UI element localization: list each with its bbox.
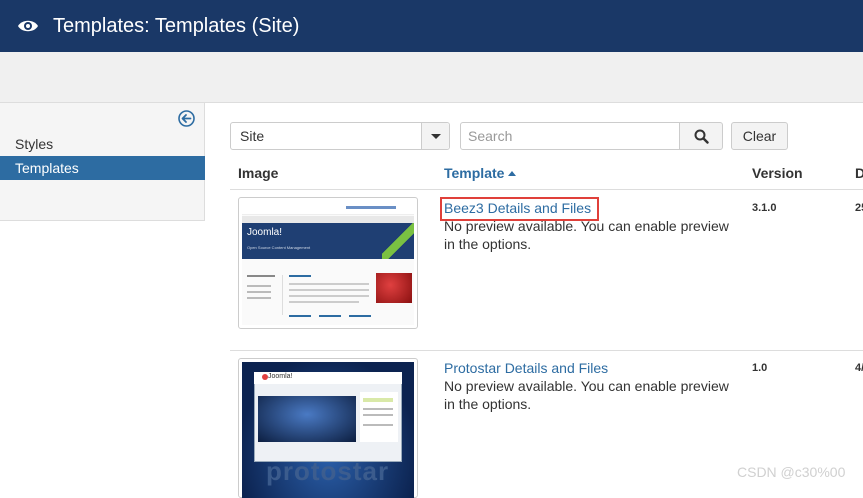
thumbnail-brand: Joomla! bbox=[247, 227, 283, 238]
page-title: Templates: Templates (Site) bbox=[53, 14, 300, 37]
toolbar bbox=[0, 52, 863, 103]
template-description: No preview available. You can enable pre… bbox=[444, 218, 729, 252]
eye-icon bbox=[18, 20, 38, 32]
search-button[interactable] bbox=[679, 122, 723, 150]
template-thumbnail-protostar[interactable]: Joomla! protostar bbox=[238, 358, 418, 498]
sort-ascending-icon bbox=[508, 171, 517, 176]
column-header-version: Version bbox=[752, 165, 803, 181]
app-header: Templates: Templates (Site) bbox=[0, 0, 863, 52]
template-link-beez3[interactable]: Beez3 Details and Files bbox=[444, 200, 591, 216]
chevron-down-icon[interactable] bbox=[421, 123, 449, 149]
template-version: 3.1.0 bbox=[752, 202, 777, 214]
template-description: No preview available. You can enable pre… bbox=[444, 378, 729, 412]
search-input[interactable] bbox=[460, 122, 680, 150]
watermark: CSDN @c30%00 bbox=[737, 464, 846, 480]
client-select[interactable]: Site bbox=[230, 122, 450, 150]
thumbnail-brand: Joomla! bbox=[268, 373, 293, 380]
template-link-protostar[interactable]: Protostar Details and Files bbox=[444, 360, 608, 376]
column-header-image: Image bbox=[238, 165, 279, 181]
template-thumbnail-beez3[interactable]: Joomla! Open Source Content Management bbox=[238, 197, 418, 329]
collapse-sidebar-icon[interactable] bbox=[178, 110, 195, 127]
column-header-date: D bbox=[855, 165, 863, 181]
sidebar: Styles Templates bbox=[0, 103, 205, 221]
thumbnail-tagline: Open Source Content Management bbox=[247, 245, 311, 250]
template-date: 4/ bbox=[855, 362, 863, 374]
client-select-value: Site bbox=[240, 128, 265, 144]
row-divider bbox=[230, 350, 863, 351]
template-date: 25 bbox=[855, 202, 863, 214]
template-version: 1.0 bbox=[752, 362, 768, 374]
sidebar-item-templates[interactable]: Templates bbox=[0, 156, 205, 180]
column-header-template[interactable]: Template bbox=[444, 165, 517, 181]
clear-button[interactable]: Clear bbox=[731, 122, 788, 150]
column-header-template-label: Template bbox=[444, 165, 505, 181]
thumbnail-wordmark: protostar bbox=[266, 456, 390, 486]
header-divider bbox=[230, 189, 863, 190]
search-icon bbox=[694, 129, 709, 144]
sidebar-item-styles[interactable]: Styles bbox=[0, 132, 205, 156]
